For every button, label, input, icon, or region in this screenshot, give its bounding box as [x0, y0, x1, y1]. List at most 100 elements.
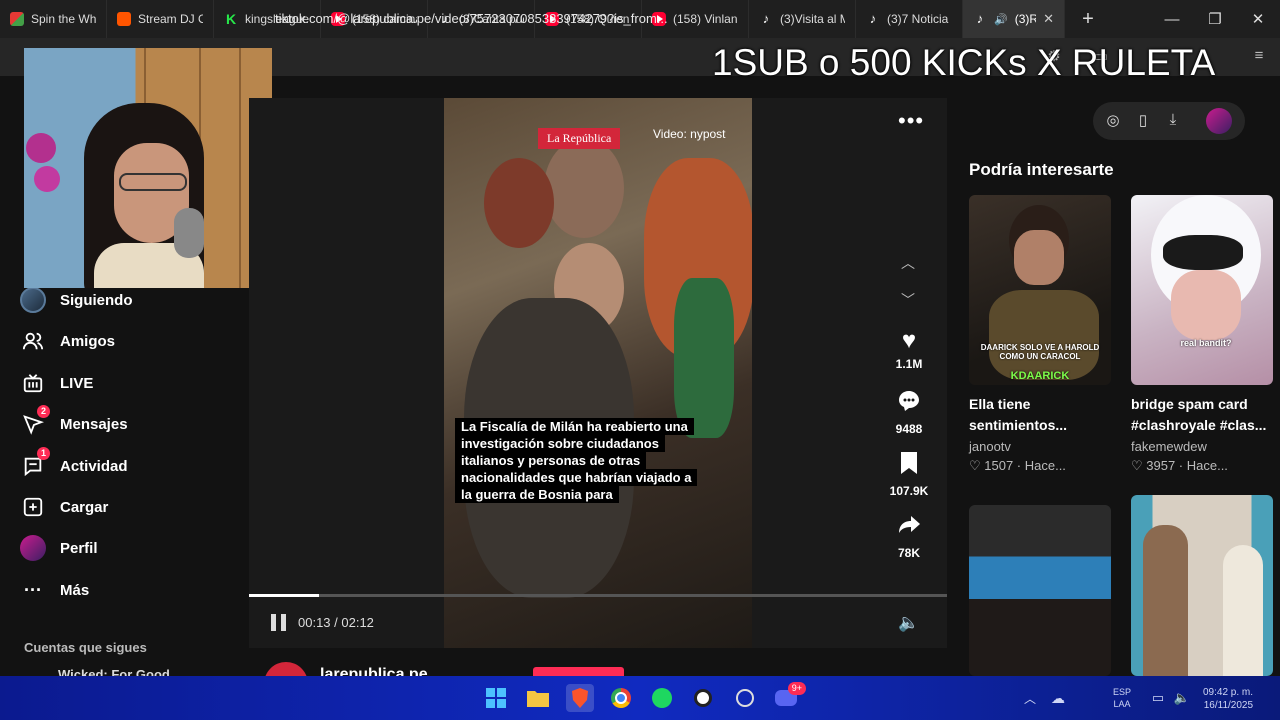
chrome-icon[interactable]	[607, 684, 635, 712]
kingsleague-icon: K	[225, 11, 237, 27]
more-options-icon[interactable]: •••	[898, 108, 924, 134]
tab-label: Stream DJ O	[138, 12, 203, 26]
like-button[interactable]: ♥ 1.1M	[882, 327, 936, 371]
like-count: 1.1M	[895, 357, 923, 371]
tray-clock[interactable]: 09:42 p. m. 16/11/2025	[1203, 686, 1253, 712]
rec-card-author[interactable]: janootv	[969, 439, 1011, 454]
following-avatar-icon	[20, 287, 46, 313]
messages-icon: 2	[20, 405, 50, 437]
thumb-overlay-brand: KDAARICK	[1010, 370, 1070, 382]
stream-overlay-title: 1SUB o 500 KICKs X RULETA	[712, 42, 1216, 83]
tray-chevron-icon[interactable]: ︿	[1016, 684, 1044, 712]
share-button[interactable]: 78K	[882, 513, 936, 560]
tiktok-icon: ♪	[869, 11, 877, 26]
tray-language-layout: LAA	[1113, 699, 1131, 709]
coins-icon[interactable]: ◎	[1104, 111, 1122, 129]
tray-time: 09:42 p. m.	[1203, 687, 1254, 698]
volume-icon[interactable]: 🔈	[898, 613, 919, 633]
thumb-face	[1171, 270, 1241, 340]
thumb-overlay-text: DAARICK SOLO VE A HAROLD COMO UN CARACOL	[980, 343, 1100, 361]
video-figure	[544, 138, 624, 238]
tiktok-icon: ♪	[976, 11, 984, 26]
spotify-icon[interactable]	[648, 684, 676, 712]
video-figure	[484, 158, 554, 248]
rec-card-title[interactable]: bridge spam card	[1131, 394, 1273, 415]
menu-icon[interactable]: ≡	[1250, 47, 1268, 65]
tiktok-icon: ♪	[762, 11, 770, 26]
tab-tiktok-noticias[interactable]: ♪ (3)7 Noticia	[856, 0, 963, 38]
live-icon	[20, 370, 46, 396]
tray-language-code: ESP	[1113, 687, 1132, 697]
soundcloud-icon	[117, 12, 131, 26]
phone-icon[interactable]: ▯	[1134, 111, 1152, 129]
brave-browser-icon[interactable]	[566, 684, 594, 712]
chevron-up-icon[interactable]: ︿	[901, 253, 915, 273]
video-figure	[674, 278, 734, 438]
sidebar-item-amigos[interactable]: Amigos	[20, 328, 115, 354]
sidebar-item-siguiendo[interactable]: Siguiendo	[20, 287, 133, 313]
tab-tiktok-visita[interactable]: ♪ (3)Visita al M	[749, 0, 856, 38]
tab-tiktok-active[interactable]: ♪ 🔊 (3)Re ✕	[963, 0, 1065, 38]
video-brand-tag: La República	[538, 128, 621, 149]
rec-card-thumbnail[interactable]	[1131, 495, 1273, 676]
tab-stream-dj[interactable]: Stream DJ O	[107, 0, 214, 38]
save-count: 107.9K	[889, 484, 929, 498]
new-tab-button[interactable]: +	[1073, 8, 1103, 31]
rec-card-stats: ♡ 3957 · Hace...	[1131, 458, 1228, 473]
glasses	[119, 173, 187, 191]
close-window-button[interactable]: ✕	[1236, 0, 1280, 38]
tab-spin-the-wheel[interactable]: Spin the Wh	[0, 0, 107, 38]
sidebar-item-cargar[interactable]: Cargar	[20, 494, 108, 520]
comment-button[interactable]: 9488	[882, 389, 936, 436]
sidebar-item-live[interactable]: LIVE	[20, 370, 93, 396]
upload-icon	[20, 494, 46, 520]
sidebar-item-mensajes[interactable]: 2 Mensajes	[20, 405, 128, 437]
sidebar-item-actividad[interactable]: 1 Actividad	[20, 447, 128, 479]
thumb-overlay-text: real bandit?	[1180, 338, 1232, 348]
recommendations-heading: Podría interesarte	[969, 160, 1114, 179]
video-time: 00:13 / 02:12	[298, 615, 374, 630]
sidebar-item-perfil[interactable]: Perfil	[20, 535, 98, 561]
download-icon[interactable]: ⤓	[1164, 111, 1182, 128]
thumb-person	[1014, 230, 1064, 285]
activity-badge: 1	[36, 447, 50, 460]
rec-card-thumbnail[interactable]: real bandit?	[1131, 195, 1273, 385]
bookmark-icon	[882, 451, 936, 482]
sidebar-item-label: Siguiendo	[60, 291, 133, 309]
user-avatar[interactable]	[1206, 108, 1232, 134]
video-caption-text: La Fiscalía de Milán ha reabierto una in…	[455, 418, 698, 503]
minimize-button[interactable]: —	[1150, 0, 1194, 38]
pause-icon[interactable]	[271, 614, 287, 631]
save-button[interactable]: 107.9K	[882, 451, 936, 498]
tray-language[interactable]: ESP LAA	[1113, 686, 1131, 710]
onedrive-icon[interactable]: ☁	[1044, 684, 1072, 712]
rec-card-author[interactable]: fakemewdew	[1131, 439, 1207, 454]
video-frame[interactable]	[444, 98, 752, 648]
file-explorer-icon[interactable]	[524, 684, 552, 712]
maximize-button[interactable]: ❐	[1193, 0, 1237, 38]
thumb-person	[989, 290, 1099, 380]
volume-tray-icon[interactable]: 🔈	[1168, 684, 1196, 712]
chevron-down-icon[interactable]: ﹀	[901, 290, 915, 310]
rec-card-stats: ♡ 1507 · Hace...	[969, 458, 1066, 473]
windows-start-icon[interactable]	[482, 684, 510, 712]
balloon	[34, 166, 60, 192]
thumb-person	[1223, 545, 1263, 676]
app-icon[interactable]	[731, 684, 759, 712]
rec-card-thumbnail[interactable]	[969, 505, 1111, 676]
following-accounts-heading: Cuentas que sigues	[24, 640, 147, 655]
sidebar-item-mas[interactable]: ··· Más	[20, 577, 89, 603]
discord-badge: 9+	[787, 682, 806, 695]
video-caption: La Fiscalía de Milán ha reabierto una in…	[455, 418, 705, 503]
discord-icon[interactable]: 9+	[772, 682, 806, 712]
obs-icon[interactable]	[689, 684, 717, 712]
share-count: 78K	[897, 546, 920, 560]
url-field[interactable]: tiktok.com/@larepublica.pe/video/7572307…	[275, 11, 668, 26]
close-tab-icon[interactable]: ✕	[1043, 11, 1054, 27]
rec-card-thumbnail[interactable]: DAARICK SOLO VE A HAROLD COMO UN CARACOL…	[969, 195, 1111, 385]
rec-card-title[interactable]: Ella tiene	[969, 394, 1111, 415]
rec-card-title-2[interactable]: #clashroyale #clas...	[1131, 415, 1273, 436]
balloon	[26, 133, 56, 163]
rec-card-title-2[interactable]: sentimientos...	[969, 415, 1111, 436]
video-progress-bar[interactable]	[249, 594, 947, 597]
